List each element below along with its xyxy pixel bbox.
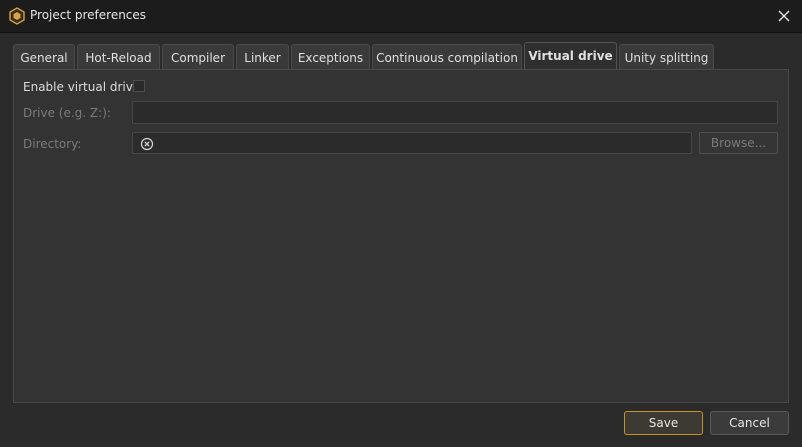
window-title: Project preferences — [30, 8, 147, 22]
cancel-button[interactable]: Cancel — [710, 411, 789, 435]
app-logo-icon — [8, 7, 26, 25]
drive-label: Drive (e.g. Z:): — [23, 106, 111, 120]
tab-compiler[interactable]: Compiler — [162, 44, 234, 69]
browse-button[interactable]: Browse... — [699, 132, 778, 154]
tab-general[interactable]: General — [13, 44, 75, 69]
drive-field[interactable] — [132, 101, 778, 124]
title-bar: Project preferences — [0, 0, 802, 33]
save-button[interactable]: Save — [624, 411, 703, 435]
tab-exceptions[interactable]: Exceptions — [291, 44, 370, 69]
directory-field[interactable] — [132, 132, 692, 154]
tab-unity-splitting[interactable]: Unity splitting — [619, 44, 714, 69]
tab-continuous-compilation[interactable]: Continuous compilation — [372, 44, 522, 69]
tab-hot-reload[interactable]: Hot-Reload — [77, 44, 160, 69]
enable-virtual-drive-checkbox[interactable] — [133, 80, 145, 92]
enable-virtual-drive-label: Enable virtual drive: — [23, 80, 145, 94]
clear-icon[interactable] — [140, 137, 154, 151]
preferences-window: Project preferences General Hot-Reload C… — [0, 0, 802, 447]
tab-linker[interactable]: Linker — [236, 44, 289, 69]
close-icon[interactable] — [774, 6, 794, 26]
directory-label: Directory: — [23, 137, 82, 151]
tab-virtual-drive[interactable]: Virtual drive — [524, 42, 617, 70]
